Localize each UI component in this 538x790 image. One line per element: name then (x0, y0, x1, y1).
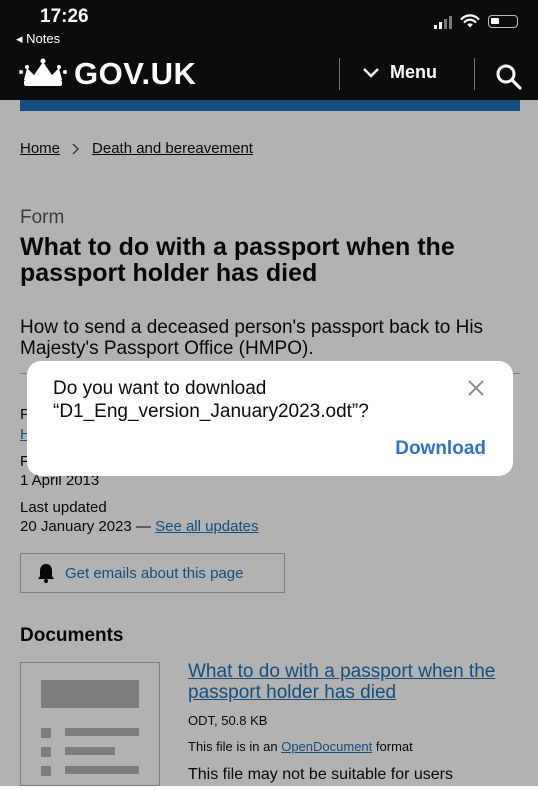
crown-icon (19, 58, 67, 86)
menu-button[interactable]: Menu (362, 62, 437, 83)
download-dialog-message: Do you want to download “D1_Eng_version_… (53, 378, 369, 422)
header-divider (474, 58, 475, 90)
search-icon[interactable] (494, 62, 522, 90)
download-button[interactable]: Download (395, 438, 486, 460)
download-dialog: Do you want to download “D1_Eng_version_… (27, 361, 513, 476)
system-indicators (434, 14, 518, 29)
status-time: 17:26 (40, 6, 89, 27)
header-divider (339, 58, 340, 90)
menu-label: Menu (390, 62, 437, 82)
govuk-logo-text[interactable]: GOV.UK (74, 56, 196, 92)
battery-icon (488, 15, 518, 28)
chevron-down-icon (363, 67, 379, 78)
cellular-signal-icon (434, 15, 452, 29)
wifi-icon (460, 14, 480, 28)
status-bar: 17:26 ◂ Notes (0, 0, 538, 50)
close-icon[interactable] (467, 379, 485, 397)
back-to-app-link[interactable]: ◂ Notes (16, 31, 60, 47)
govuk-header: GOV.UK Menu (0, 50, 538, 100)
